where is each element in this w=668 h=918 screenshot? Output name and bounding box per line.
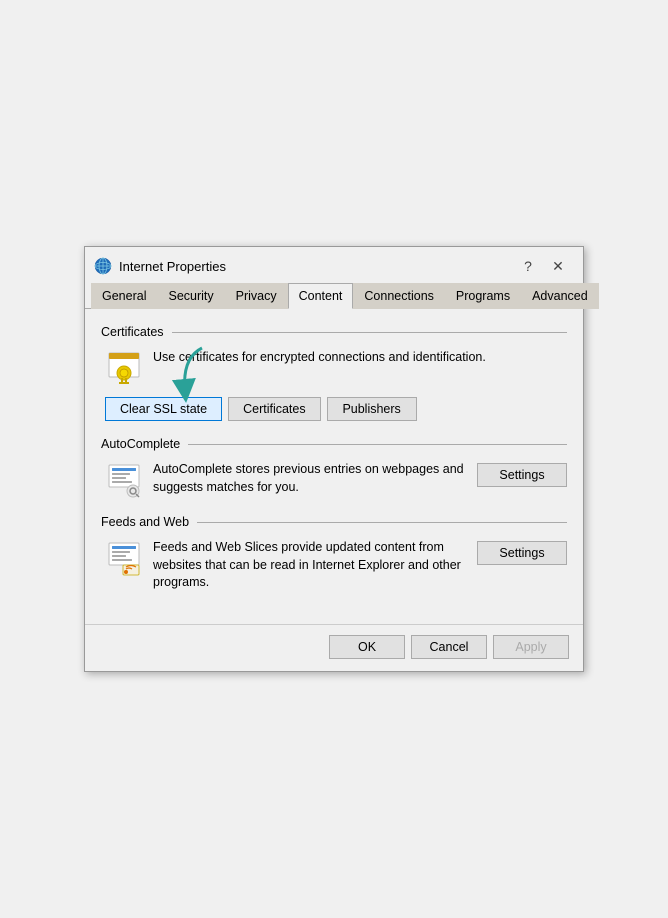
internet-properties-dialog: Internet Properties ? ✕ General Security…	[84, 246, 584, 672]
autocomplete-section: AutoComplete AutoComplete stores previou…	[101, 437, 567, 499]
dialog-footer: OK Cancel Apply	[85, 624, 583, 671]
tab-bar: General Security Privacy Content Connect…	[85, 283, 583, 309]
certificates-row: Use certificates for encrypted connectio…	[105, 349, 567, 387]
feeds-row: Feeds and Web Slices provide updated con…	[105, 539, 567, 592]
close-button[interactable]: ✕	[545, 255, 571, 277]
tab-general[interactable]: General	[91, 283, 157, 309]
feeds-header: Feeds and Web	[101, 515, 567, 529]
certificates-title: Certificates	[101, 325, 172, 339]
help-button[interactable]: ?	[515, 255, 541, 277]
tab-content[interactable]: Content	[288, 283, 354, 309]
tab-security[interactable]: Security	[157, 283, 224, 309]
certificates-buttons: Clear SSL state Certificates Publishers	[105, 397, 567, 421]
certificates-divider	[172, 332, 567, 333]
autocomplete-icon	[105, 461, 143, 499]
feeds-settings-button[interactable]: Settings	[477, 541, 567, 565]
autocomplete-header: AutoComplete	[101, 437, 567, 451]
tab-privacy[interactable]: Privacy	[225, 283, 288, 309]
cancel-button[interactable]: Cancel	[411, 635, 487, 659]
feeds-description: Feeds and Web Slices provide updated con…	[153, 539, 467, 592]
autocomplete-description: AutoComplete stores previous entries on …	[153, 461, 467, 496]
apply-button[interactable]: Apply	[493, 635, 569, 659]
feeds-divider	[197, 522, 567, 523]
certificates-section: Certificates Use certificates for encryp…	[101, 325, 567, 421]
title-bar: Internet Properties ? ✕	[85, 247, 583, 283]
tab-connections[interactable]: Connections	[353, 283, 445, 309]
publishers-button[interactable]: Publishers	[327, 397, 417, 421]
tab-programs[interactable]: Programs	[445, 283, 521, 309]
feeds-title: Feeds and Web	[101, 515, 197, 529]
certificate-icon	[105, 349, 143, 387]
autocomplete-title: AutoComplete	[101, 437, 188, 451]
autocomplete-settings-button[interactable]: Settings	[477, 463, 567, 487]
dialog-title: Internet Properties	[119, 259, 226, 274]
certificates-button[interactable]: Certificates	[228, 397, 321, 421]
arrow-container: Clear SSL state	[105, 397, 222, 421]
feeds-icon	[105, 539, 143, 577]
tab-advanced[interactable]: Advanced	[521, 283, 599, 309]
certificates-description: Use certificates for encrypted connectio…	[153, 349, 567, 367]
autocomplete-row: AutoComplete stores previous entries on …	[105, 461, 567, 499]
clear-ssl-state-button[interactable]: Clear SSL state	[105, 397, 222, 421]
title-controls: ? ✕	[515, 255, 571, 277]
autocomplete-divider	[188, 444, 567, 445]
certificates-header: Certificates	[101, 325, 567, 339]
feeds-section: Feeds and Web Feeds and Web Slices provi…	[101, 515, 567, 592]
title-bar-left: Internet Properties	[93, 256, 226, 276]
globe-icon	[93, 256, 113, 276]
tab-content-panel: Certificates Use certificates for encryp…	[85, 309, 583, 624]
ok-button[interactable]: OK	[329, 635, 405, 659]
